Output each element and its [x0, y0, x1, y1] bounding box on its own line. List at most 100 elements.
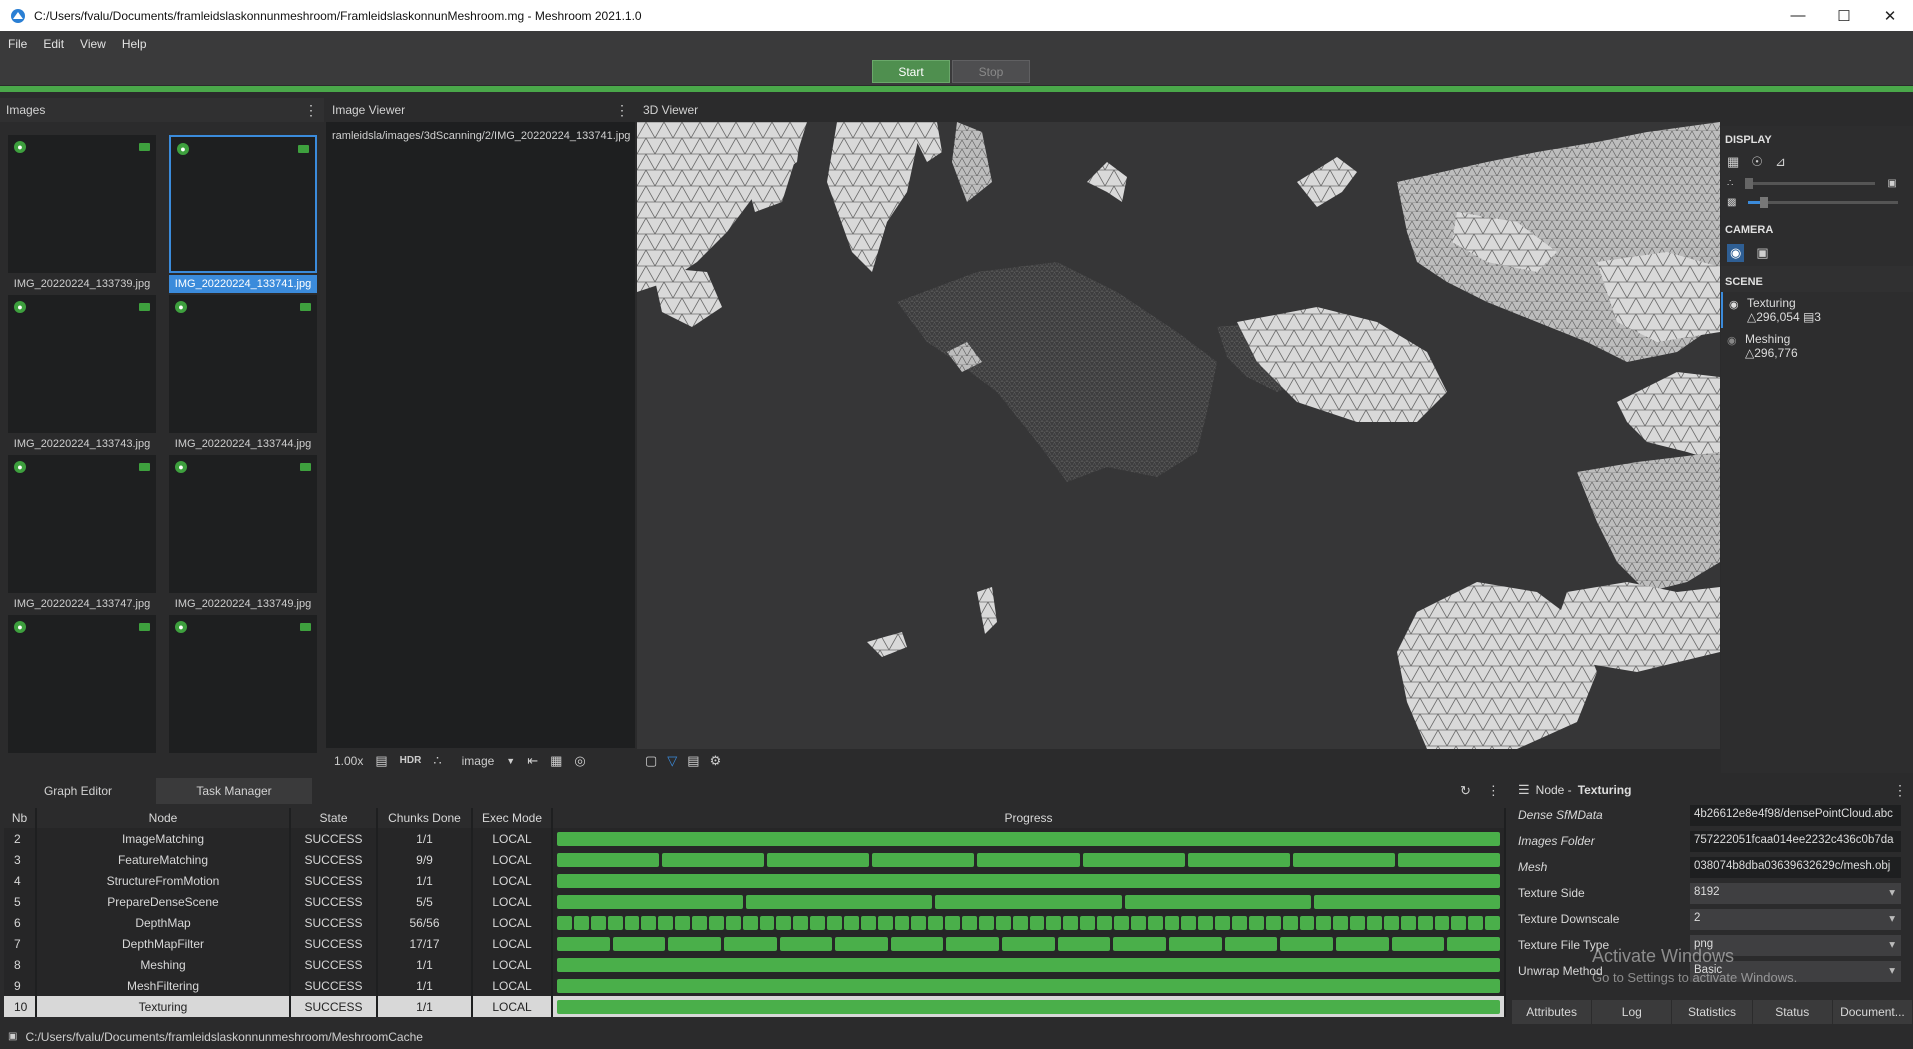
cell-nb: 9	[4, 975, 37, 996]
histogram-icon[interactable]: ▦	[550, 753, 562, 769]
tab-graph-editor[interactable]: Graph Editor	[0, 778, 156, 804]
cell-progress	[552, 954, 1506, 975]
node-tab-attributes[interactable]: Attributes	[1512, 1000, 1593, 1024]
minimize-button[interactable]: —	[1775, 0, 1821, 31]
zoom-level[interactable]: 1.00x	[334, 754, 363, 768]
col-progress: Progress	[552, 808, 1506, 828]
kebab-menu-icon[interactable]: ⋮	[615, 102, 629, 119]
start-button[interactable]: Start	[872, 60, 950, 83]
progress-bar	[557, 852, 1500, 867]
table-row[interactable]: 6 DepthMap SUCCESS 56/56 LOCAL	[4, 912, 1506, 933]
channel-select[interactable]: image	[462, 754, 495, 768]
progress-chunk	[935, 894, 1122, 909]
image-viewer-title: Image Viewer	[332, 103, 406, 117]
attribute-value-field[interactable]: 757222051fcaa014ee2232c436c0b7da	[1690, 830, 1901, 852]
progress-chunk	[843, 915, 859, 930]
cell-state: SUCCESS	[290, 912, 378, 933]
hdr-button[interactable]: HDR	[400, 755, 422, 766]
camera-view-icon[interactable]: ◉	[1727, 244, 1745, 262]
cell-exec-mode: LOCAL	[472, 975, 553, 996]
node-tab-log[interactable]: Log	[1592, 1000, 1673, 1024]
node-tab-status[interactable]: Status	[1752, 1000, 1833, 1024]
node-attributes-panel: ☰ Node - Texturing ⋮ Dense SfMData 4b2661…	[1512, 778, 1913, 1024]
eye-icon[interactable]: ◉	[1729, 298, 1739, 311]
attribute-select[interactable]: 8192	[1690, 882, 1901, 904]
tab-task-manager[interactable]: Task Manager	[156, 778, 312, 804]
table-row[interactable]: 7 DepthMapFilter SUCCESS 17/17 LOCAL	[4, 933, 1506, 954]
3d-canvas[interactable]	[637, 122, 1720, 749]
points-icon[interactable]: ∴	[433, 753, 441, 769]
progress-chunk	[1224, 936, 1278, 951]
image-thumbnail[interactable]: ● IMG_20220224_133743.jpg	[8, 295, 156, 455]
image-thumbnail[interactable]: ● IMG_20220224_133747.jpg	[8, 455, 156, 615]
progress-chunk	[1248, 915, 1264, 930]
scene-item-meshing[interactable]: ◉ Meshing △296,776	[1721, 328, 1913, 364]
progress-chunk	[1397, 852, 1500, 867]
stop-button[interactable]: Stop	[952, 60, 1030, 83]
maximize-button[interactable]: ☐	[1821, 0, 1867, 31]
table-row[interactable]: 10 Texturing SUCCESS 1/1 LOCAL	[4, 996, 1506, 1017]
cell-chunks: 1/1	[377, 975, 473, 996]
table-row[interactable]: 5 PrepareDenseScene SUCCESS 5/5 LOCAL	[4, 891, 1506, 912]
table-row[interactable]: 8 Meshing SUCCESS 1/1 LOCAL	[4, 954, 1506, 975]
image-thumbnail[interactable]: ● IMG_20220224_133749.jpg	[169, 455, 317, 615]
table-row[interactable]: 4 StructureFromMotion SUCCESS 1/1 LOCAL	[4, 870, 1506, 891]
square-icon[interactable]: ▢	[645, 753, 657, 769]
target-icon[interactable]: ☉	[1751, 154, 1763, 170]
kebab-menu-icon[interactable]: ⋮	[1893, 782, 1907, 799]
image-thumbnail[interactable]: ● IMG_20220224_133744.jpg	[169, 295, 317, 455]
attribute-select[interactable]: 2	[1690, 908, 1901, 930]
kebab-menu-icon[interactable]: ⋮	[304, 102, 318, 119]
cell-exec-mode: LOCAL	[472, 849, 553, 870]
cell-node: MeshFiltering	[36, 975, 291, 996]
wireframe-icon[interactable]: ▽	[667, 753, 677, 769]
menu-view[interactable]: View	[72, 37, 114, 51]
menu-file[interactable]: File	[0, 37, 35, 51]
display-row: ▦ ☉ ⊿	[1721, 150, 1913, 174]
image-thumbnail[interactable]: ● IMG_20220224_133739.jpg	[8, 135, 156, 295]
locator-icon[interactable]: ⊿	[1775, 154, 1786, 170]
globe-icon[interactable]: ◎	[574, 753, 585, 769]
image-thumbnail[interactable]: ●	[8, 615, 156, 775]
camera-scale-slider[interactable]	[1748, 197, 1899, 208]
refresh-icon[interactable]: ↻	[1460, 783, 1471, 799]
image-overlay-icon[interactable]: ▣	[1756, 245, 1768, 261]
image-thumbnail[interactable]: ● IMG_20220224_133741.jpg	[169, 135, 317, 295]
gear-icon[interactable]: ⚙	[710, 753, 722, 769]
cell-progress	[552, 849, 1506, 870]
progress-chunk	[860, 915, 876, 930]
attribute-value-field[interactable]: 038074b8dba03639632629c/mesh.obj	[1690, 856, 1901, 878]
scene-item-texturing[interactable]: ◉ Texturing △296,054 ▤3	[1721, 292, 1913, 328]
kebab-menu-icon[interactable]: ⋮	[1487, 783, 1500, 799]
image-thumbnail[interactable]: ●	[169, 615, 317, 775]
progress-chunk	[759, 915, 775, 930]
reconstructed-icon: ●	[14, 301, 26, 313]
progress-chunk	[810, 915, 825, 930]
node-tab-statistics[interactable]: Statistics	[1672, 1000, 1753, 1024]
progress-bar	[557, 957, 1500, 972]
table-row[interactable]: 9 MeshFiltering SUCCESS 1/1 LOCAL	[4, 975, 1506, 996]
attribute-value-field[interactable]: 4b26612e8e4f98/densePointCloud.abc	[1690, 804, 1901, 826]
progress-chunk	[872, 852, 975, 867]
progress-chunk	[557, 894, 744, 909]
menu-edit[interactable]: Edit	[35, 37, 72, 51]
eye-hidden-icon[interactable]: ◉	[1727, 334, 1737, 347]
hatch-icon[interactable]: ▤	[687, 753, 699, 769]
progress-chunk	[708, 915, 724, 930]
export-icon[interactable]: ⇤	[527, 753, 538, 769]
table-row[interactable]: 2 ImageMatching SUCCESS 1/1 LOCAL	[4, 828, 1506, 849]
close-button[interactable]: ✕	[1867, 0, 1913, 31]
chevron-down-icon[interactable]: ▼	[506, 756, 515, 766]
grid-icon[interactable]: ▦	[1727, 154, 1739, 170]
progress-chunk	[557, 873, 1500, 888]
menu-help[interactable]: Help	[114, 37, 155, 51]
point-size-slider[interactable]	[1745, 178, 1876, 189]
hatch-icon[interactable]: ▤	[375, 753, 387, 769]
cell-state: SUCCESS	[290, 933, 378, 954]
table-row[interactable]: 3 FeatureMatching SUCCESS 9/9 LOCAL	[4, 849, 1506, 870]
camera-icon	[300, 303, 311, 311]
cell-nb: 6	[4, 912, 37, 933]
fit-icon[interactable]: ▣	[1887, 178, 1896, 189]
attribute-row: Texture Side 8192	[1512, 880, 1913, 906]
node-tab-document[interactable]: Document...	[1832, 1000, 1913, 1024]
